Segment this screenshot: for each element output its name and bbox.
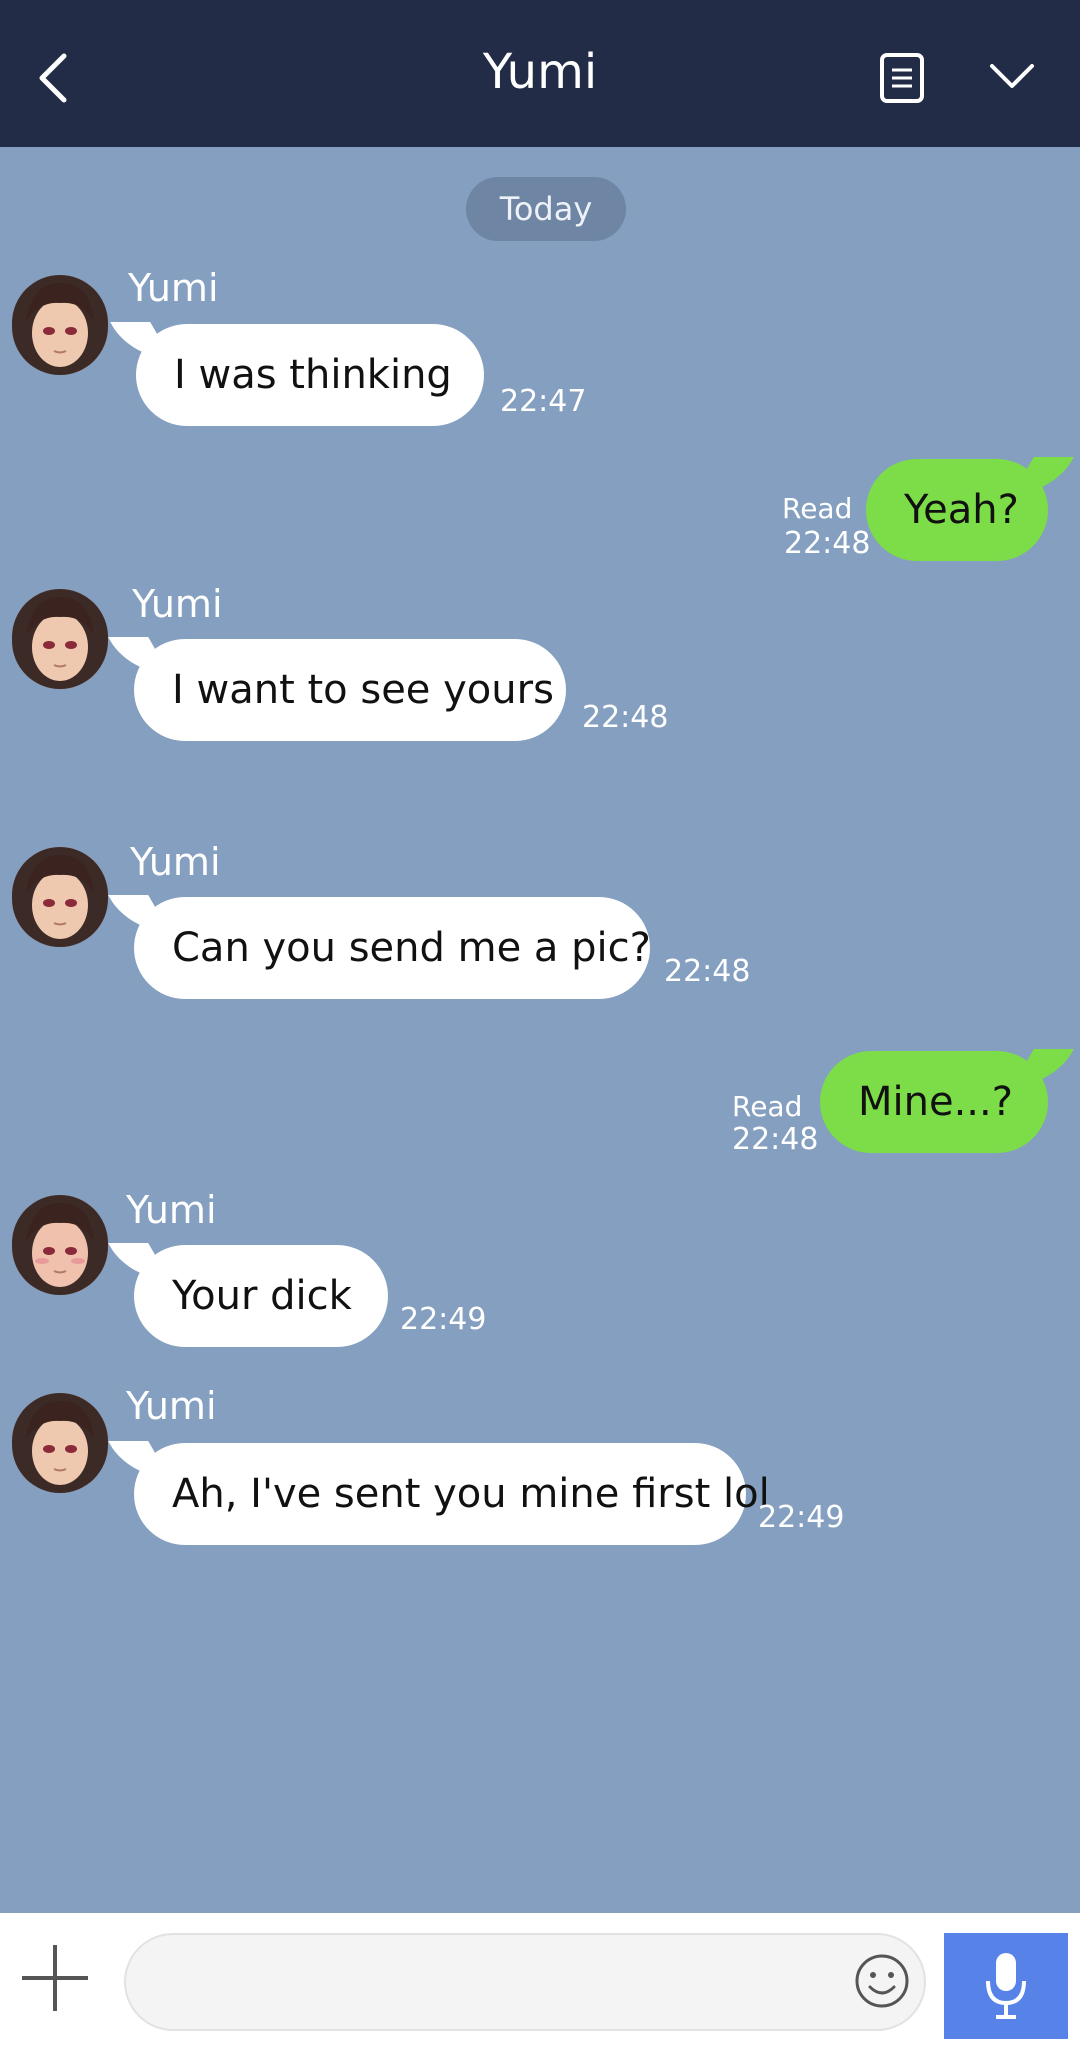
smiley-icon[interactable]: [854, 1953, 910, 2009]
chevron-down-icon[interactable]: [988, 58, 1036, 94]
message-composer: [0, 1913, 1080, 2048]
message-bubble[interactable]: I was thinking: [136, 324, 484, 426]
message-time: 22:48: [664, 954, 751, 989]
avatar[interactable]: [12, 847, 108, 947]
message-bubble[interactable]: Mine...?: [820, 1051, 1048, 1153]
message-bubble[interactable]: Can you send me a pic?: [134, 897, 651, 999]
message-bubble[interactable]: Ah, I've sent you mine first lol: [134, 1443, 770, 1545]
sender-name: Yumi: [128, 266, 219, 310]
read-receipt: Read: [732, 1090, 803, 1123]
voice-message-button[interactable]: [944, 1933, 1068, 2039]
sender-name: Yumi: [130, 840, 221, 884]
message-time: 22:49: [400, 1302, 487, 1337]
plus-icon[interactable]: [18, 1941, 92, 2015]
note-icon[interactable]: [878, 52, 926, 104]
read-receipt: Read: [782, 492, 853, 525]
microphone-icon: [986, 1953, 1026, 2019]
message-time: 22:48: [582, 700, 669, 735]
message-bubble[interactable]: Yeah?: [866, 459, 1048, 561]
sender-name: Yumi: [126, 1384, 217, 1428]
avatar[interactable]: [12, 275, 108, 375]
avatar-portrait-icon: [12, 1393, 108, 1493]
chat-header: Yumi: [0, 0, 1080, 147]
message-input[interactable]: [124, 1933, 926, 2031]
message-time: 22:48: [732, 1122, 819, 1157]
avatar[interactable]: [12, 589, 108, 689]
avatar-portrait-icon: [12, 1195, 108, 1295]
avatar-portrait-icon: [12, 847, 108, 947]
message-bubble[interactable]: I want to see yours: [134, 639, 566, 741]
message-list[interactable]: Today Yumi I was thinking 22:47 Read 22:…: [0, 147, 1080, 1913]
message-time: 22:47: [500, 384, 587, 419]
avatar-portrait-icon: [12, 589, 108, 689]
message-time: 22:48: [784, 526, 871, 561]
avatar[interactable]: [12, 1195, 108, 1295]
avatar[interactable]: [12, 1393, 108, 1493]
message-time: 22:49: [758, 1500, 845, 1535]
date-separator: Today: [466, 177, 626, 241]
avatar-portrait-icon: [12, 275, 108, 375]
message-bubble[interactable]: Your dick: [134, 1245, 388, 1347]
sender-name: Yumi: [132, 582, 223, 626]
sender-name: Yumi: [126, 1188, 217, 1232]
